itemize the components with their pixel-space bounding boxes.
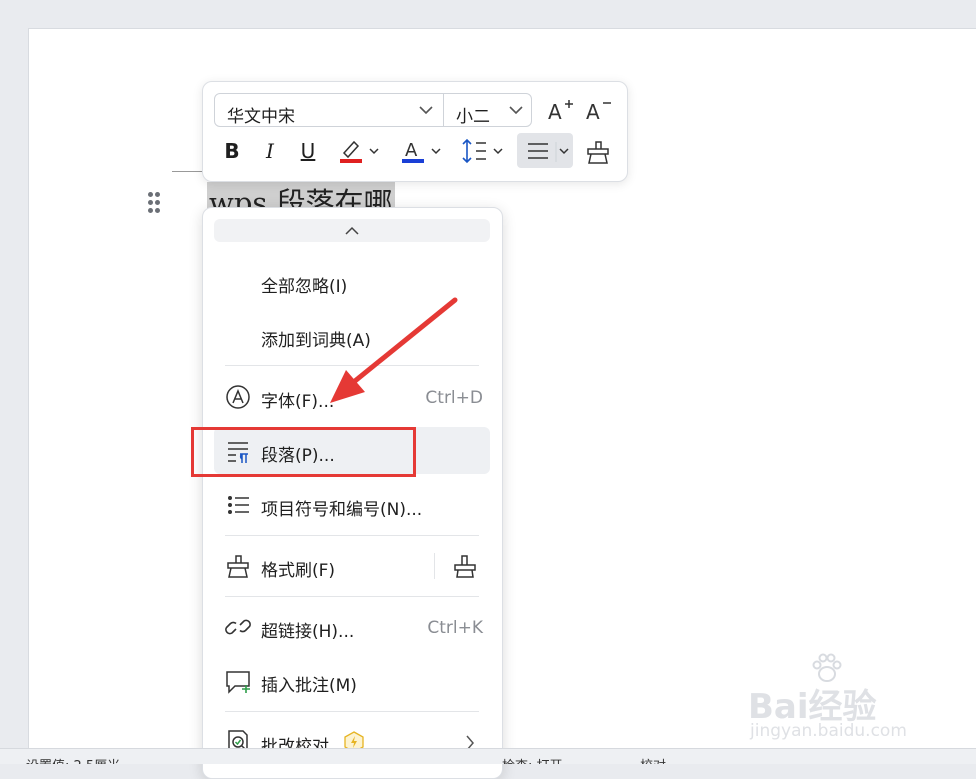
status-bar: 设置值: 2.5厘米 检查: 打开 校对 [0,748,976,764]
baidu-jingyan-watermark: Bai经验 jingyan.baidu.com [748,653,928,748]
annotation-arrow-icon [330,297,458,403]
watermark-url: jingyan.baidu.com [750,721,907,741]
